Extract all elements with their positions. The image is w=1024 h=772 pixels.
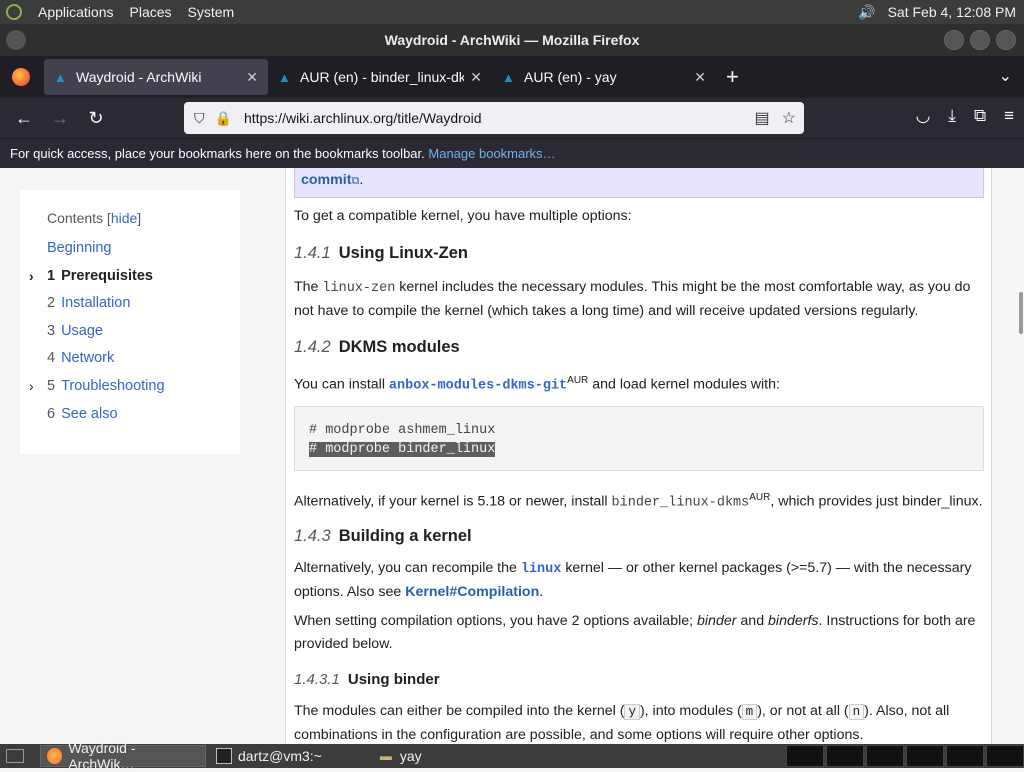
chevron-right-icon[interactable]: › (29, 268, 34, 284)
selected-code-line[interactable]: # modprobe binder_linux (309, 442, 496, 457)
archlinux-icon: ▲ (54, 70, 67, 85)
terminal-icon (216, 748, 232, 764)
folder-icon: ▬ (379, 749, 392, 763)
window-titlebar: Waydroid - ArchWiki — Mozilla Firefox (0, 24, 1024, 56)
scrollbar-thumb[interactable] (1019, 292, 1023, 334)
forward-button[interactable]: → (42, 108, 78, 129)
close-tab-icon[interactable]: ✕ (470, 69, 482, 86)
bookmark-star-icon[interactable]: ☆ (782, 108, 796, 128)
external-link-icon: ⧉ (351, 175, 360, 187)
table-of-contents: Contents [hide] Beginning › 1 Prerequisite… (20, 190, 240, 454)
clock[interactable]: Sat Feb 4, 12:08 PM (888, 4, 1016, 20)
reload-button[interactable]: ↻ (78, 108, 114, 129)
task-terminal[interactable]: dartz@vm3:~ (210, 745, 328, 767)
applications-menu[interactable]: Applications (38, 4, 114, 20)
toc-item-beginning[interactable]: Beginning (47, 240, 240, 268)
section-heading: 1.4.3.1 Using binder (294, 671, 440, 688)
kernel-compilation-link[interactable]: Kernel#Compilation (405, 584, 539, 600)
shield-icon[interactable]: ⛉ (194, 110, 205, 127)
close-window-button[interactable] (996, 30, 1016, 50)
package-link[interactable]: anbox-modules-dkms-git (389, 379, 567, 394)
workspace-switcher[interactable] (786, 745, 1024, 767)
tab-label: AUR (en) - binder_linux-dkms (300, 69, 465, 85)
toc-item-installation[interactable]: 2 Installation (47, 295, 240, 323)
alt-paragraph: Alternatively, if your kernel is 5.18 or… (294, 492, 983, 511)
system-monitor (826, 745, 864, 767)
tab-label: AUR (en) - yay (524, 69, 617, 85)
section-heading: 1.4.2 DKMS modules (294, 338, 460, 356)
task-firefox[interactable]: Waydroid - ArchWik… (40, 740, 206, 772)
bottom-taskbar: Waydroid - ArchWik… dartz@vm3:~ ▬ yay (0, 740, 1024, 772)
page-scrollbar[interactable] (1016, 168, 1024, 744)
reader-view-icon[interactable]: ▤ (755, 108, 770, 128)
workspace-1[interactable] (866, 745, 904, 767)
tab-aur-binder[interactable]: ▲ AUR (en) - binder_linux-dkms ✕ (268, 59, 492, 95)
top-panel: Applications Places System 🔊 Sat Feb 4, … (0, 0, 1024, 24)
downloads-icon[interactable]: ⤓ (948, 106, 956, 126)
page-content: Contents [hide] Beginning › 1 Prerequisite… (0, 168, 1024, 744)
chevron-right-icon[interactable]: › (29, 378, 34, 394)
system-menu[interactable]: System (188, 4, 235, 20)
toc-item-troubleshooting[interactable]: › 5 Troubleshooting (29, 378, 240, 406)
building-paragraph: Alternatively, you can recompile the lin… (294, 560, 972, 600)
minimize-button[interactable] (944, 30, 964, 50)
code-block[interactable]: # modprobe ashmem_linux # modprobe binde… (294, 406, 984, 471)
workspace-3[interactable] (946, 745, 984, 767)
close-tab-icon[interactable]: ✕ (694, 69, 706, 86)
window-title: Waydroid - ArchWiki — Mozilla Firefox (384, 32, 640, 48)
close-tab-icon[interactable]: ✕ (246, 69, 258, 86)
window-menu-icon[interactable] (6, 30, 26, 50)
new-tab-button[interactable]: + (726, 64, 739, 90)
back-button[interactable]: ← (6, 108, 42, 129)
manage-bookmarks-link[interactable]: Manage bookmarks… (428, 146, 555, 161)
section-heading: 1.4.3 Building a kernel (294, 527, 472, 545)
task-yay-folder[interactable]: ▬ yay (372, 745, 428, 767)
note-box: commit⧉. (294, 168, 984, 198)
lock-icon[interactable]: 🔒 (215, 110, 232, 127)
binder-paragraph: The modules can either be compiled into … (294, 703, 950, 743)
section-heading: 1.4.1 Using Linux-Zen (294, 244, 468, 262)
commit-link[interactable]: commit (301, 172, 351, 188)
workspace-4[interactable] (986, 745, 1024, 767)
tab-aur-yay[interactable]: ▲ AUR (en) - yay ✕ (492, 59, 716, 95)
maximize-button[interactable] (970, 30, 990, 50)
extensions-icon[interactable]: ⧉ (974, 106, 986, 126)
toc-item-prerequisites[interactable]: › 1 Prerequisites (29, 268, 240, 296)
toc-hide-link[interactable]: hide (111, 210, 137, 226)
bookmarks-toolbar: For quick access, place your bookmarks h… (0, 138, 1024, 168)
archlinux-icon: ▲ (502, 70, 515, 85)
menu-icon[interactable]: ≡ (1004, 106, 1014, 126)
linux-link[interactable]: linux (521, 562, 562, 577)
url-bar[interactable]: ⛉ 🔒 https://wiki.archlinux.org/title/Way… (184, 102, 804, 134)
desktop-icon[interactable] (6, 749, 24, 763)
navigation-bar: ← → ↻ ⛉ 🔒 https://wiki.archlinux.org/tit… (0, 98, 1024, 138)
bookmarks-hint: For quick access, place your bookmarks h… (10, 146, 425, 161)
dkms-paragraph: You can install anbox-modules-dkms-gitAU… (294, 375, 780, 394)
system-monitor (786, 745, 824, 767)
toc-title: Contents [hide] (47, 210, 142, 226)
volume-icon[interactable]: 🔊 (858, 4, 875, 21)
firefox-icon[interactable] (12, 68, 30, 86)
tab-bar: ▲ Waydroid - ArchWiki ✕ ▲ AUR (en) - bin… (0, 56, 1024, 98)
inline-code: linux-zen (322, 281, 396, 296)
toc-item-see-also[interactable]: 6 See also (47, 406, 240, 434)
package-name: binder_linux-dkms (611, 495, 750, 511)
list-all-tabs-icon[interactable]: ⌄ (999, 66, 1012, 86)
tab-waydroid[interactable]: ▲ Waydroid - ArchWiki ✕ (44, 59, 268, 95)
intro-paragraph: To get a compatible kernel, you have mul… (294, 208, 632, 224)
article-body: commit⧉. To get a compatible kernel, you… (285, 168, 992, 744)
tab-label: Waydroid - ArchWiki (76, 69, 202, 85)
toc-item-network[interactable]: 4 Network (47, 350, 240, 378)
url-text[interactable]: https://wiki.archlinux.org/title/Waydroi… (244, 110, 755, 126)
pocket-icon[interactable]: ◡ (916, 106, 931, 126)
options-paragraph: When setting compilation options, you ha… (294, 613, 976, 652)
distro-logo-icon[interactable] (6, 4, 22, 20)
toc-item-usage[interactable]: 3 Usage (47, 323, 240, 351)
places-menu[interactable]: Places (130, 4, 172, 20)
workspace-2[interactable] (906, 745, 944, 767)
archlinux-icon: ▲ (278, 70, 291, 85)
linux-zen-paragraph: The linux-zen kernel includes the necess… (294, 279, 971, 319)
show-desktop-button[interactable] (0, 745, 36, 767)
firefox-icon (47, 748, 63, 764)
